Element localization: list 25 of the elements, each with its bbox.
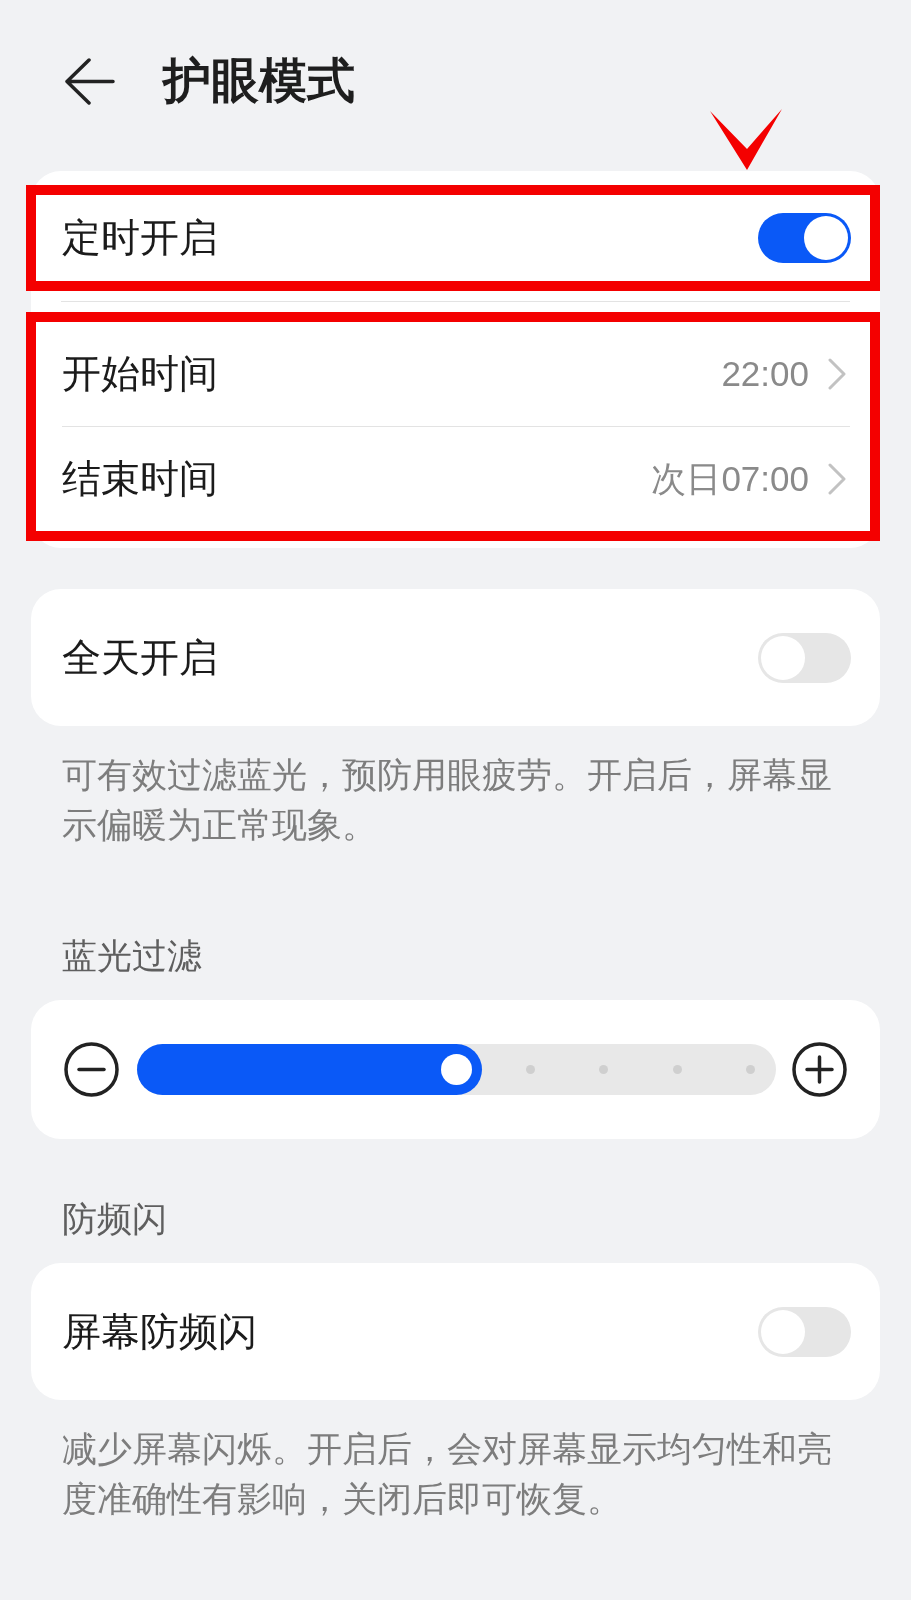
section-heading: 防频闪 [61,1198,168,1240]
minus-circle-icon[interactable] [64,1042,119,1097]
setting-label: 屏幕防频闪 [62,1308,257,1355]
page-title: 护眼模式 [163,53,355,109]
setting-label: 结束时间 [62,456,218,502]
time-value[interactable]: 22:00 [721,351,809,397]
description-text: 可有效过滤蓝光，预防用眼疲劳。开启后，屏幕显示偏暖为正常现象。 [61,754,833,846]
toggle-switch[interactable] [758,1306,851,1357]
toggle-switch[interactable] [758,632,851,683]
description-text: 减少屏幕闪烁。开启后，会对屏幕显示均匀性和亮度准确性有影响，关闭后即可恢复。 [61,1428,833,1520]
setting-label: 全天开启 [62,634,218,681]
chevron-right-icon [828,358,846,390]
step-dot-icon [672,1065,682,1074]
toggle-switch[interactable] [758,213,851,263]
chevron-right-icon [828,463,846,495]
slider-track[interactable] [137,1044,776,1095]
back-icon[interactable] [65,57,115,105]
step-dot-icon [746,1065,755,1074]
plus-circle-icon[interactable] [792,1042,847,1097]
section-heading: 蓝光过滤 [61,935,203,977]
setting-label: 定时开启 [62,215,218,261]
step-dot-icon [599,1065,608,1074]
step-dot-icon [525,1065,535,1074]
setting-label: 开始时间 [62,351,218,397]
time-value[interactable]: 次日07:00 [651,456,809,502]
